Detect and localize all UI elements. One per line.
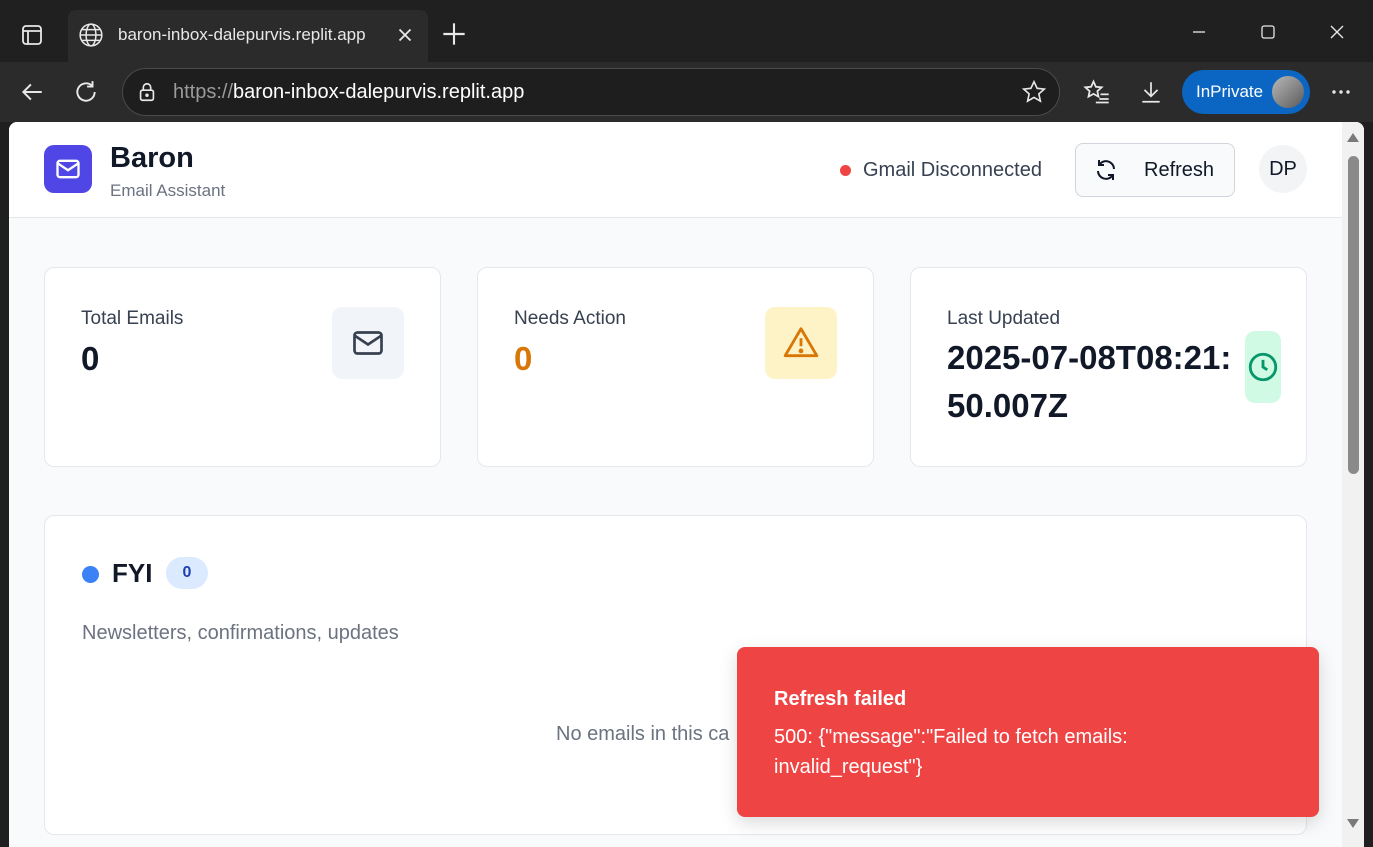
- page-scrollbar[interactable]: [1342, 122, 1364, 847]
- lock-icon[interactable]: [136, 81, 158, 103]
- scroll-down-arrow-icon[interactable]: [1347, 819, 1359, 828]
- status-text: Gmail Disconnected: [863, 159, 1042, 181]
- url-text[interactable]: https://baron-inbox-dalepurvis.replit.ap…: [173, 81, 524, 104]
- page-viewport: Baron Email Assistant Gmail Disconnected…: [9, 122, 1364, 847]
- tab-title: baron-inbox-dalepurvis.replit.app: [118, 25, 366, 44]
- warning-icon: [783, 327, 819, 358]
- reload-button[interactable]: [68, 74, 104, 110]
- favorites-button[interactable]: [1079, 74, 1115, 110]
- fyi-dot-icon: [82, 566, 99, 583]
- favorite-star-icon[interactable]: [1021, 79, 1047, 105]
- last-updated-card: Last Updated 2025-07-08T08:21:50.007Z: [910, 267, 1307, 467]
- toast-title: Refresh failed: [774, 688, 907, 710]
- app-subtitle: Email Assistant: [110, 181, 226, 200]
- refresh-button[interactable]: Refresh: [1075, 143, 1235, 197]
- back-button[interactable]: [14, 74, 50, 110]
- tab-close-icon[interactable]: [394, 24, 416, 46]
- needs-action-card: Needs Action 0: [477, 267, 874, 467]
- fyi-title: FYI: [112, 558, 153, 588]
- maximize-icon: [1261, 25, 1275, 39]
- close-icon: [1330, 25, 1344, 39]
- status-dot-icon: [840, 165, 851, 176]
- globe-icon: [79, 23, 103, 47]
- tab-actions-button[interactable]: [14, 17, 50, 53]
- close-window-button[interactable]: [1315, 12, 1359, 52]
- fyi-count-badge: 0: [166, 557, 208, 589]
- browser-tab[interactable]: baron-inbox-dalepurvis.replit.app: [68, 10, 428, 62]
- clock-icon: [1248, 352, 1278, 382]
- mail-logo-icon: [56, 159, 80, 179]
- refresh-label: Refresh: [1144, 158, 1215, 181]
- needs-action-value: 0: [514, 340, 533, 377]
- last-updated-value: 2025-07-08T08:21:50.007Z: [947, 339, 1232, 424]
- new-tab-icon[interactable]: [438, 18, 470, 50]
- app-title: Baron: [110, 142, 194, 174]
- total-emails-icon-box: [332, 307, 404, 379]
- toast-message: 500: {"message":"Failed to fetch emails:…: [774, 726, 1128, 778]
- scrollbar-thumb[interactable]: [1348, 156, 1359, 474]
- reload-icon: [76, 81, 96, 102]
- total-emails-card: Total Emails 0: [44, 267, 441, 467]
- maximize-button[interactable]: [1246, 12, 1290, 52]
- inprivate-label: InPrivate: [1196, 82, 1264, 101]
- back-arrow-icon: [21, 83, 42, 101]
- minimize-button[interactable]: [1177, 12, 1221, 52]
- more-dots-icon: [1332, 90, 1350, 94]
- total-emails-label: Total Emails: [81, 308, 184, 329]
- error-toast[interactable]: Refresh failed 500: {"message":"Failed t…: [737, 647, 1319, 817]
- profile-avatar: [1270, 74, 1306, 110]
- needs-action-icon-box: [765, 307, 837, 379]
- total-emails-value: 0: [81, 340, 100, 377]
- app-logo: [44, 145, 92, 193]
- browser-toolbar: https://baron-inbox-dalepurvis.replit.ap…: [0, 62, 1373, 122]
- address-bar[interactable]: https://baron-inbox-dalepurvis.replit.ap…: [122, 68, 1060, 116]
- download-icon: [1142, 82, 1160, 103]
- user-avatar[interactable]: DP: [1259, 145, 1307, 193]
- inprivate-profile-button[interactable]: InPrivate: [1182, 70, 1310, 114]
- fyi-description: Newsletters, confirmations, updates: [82, 622, 399, 644]
- minimize-icon: [1193, 31, 1205, 33]
- needs-action-label: Needs Action: [514, 308, 626, 329]
- tab-sidebar-icon: [22, 25, 42, 45]
- scroll-up-arrow-icon[interactable]: [1347, 133, 1359, 142]
- downloads-button[interactable]: [1133, 74, 1169, 110]
- settings-more-button[interactable]: [1323, 74, 1359, 110]
- refresh-icon: [1097, 160, 1115, 180]
- last-updated-label: Last Updated: [947, 308, 1061, 329]
- empty-state-text: No emails in this ca: [556, 723, 730, 745]
- app-header: Baron Email Assistant Gmail Disconnected…: [9, 122, 1342, 218]
- mail-icon: [353, 331, 383, 355]
- browser-titlebar: baron-inbox-dalepurvis.replit.app: [0, 0, 1373, 62]
- gmail-status: Gmail Disconnected: [840, 159, 1042, 182]
- favorites-list-icon: [1083, 79, 1109, 104]
- last-updated-icon-box: [1245, 331, 1281, 403]
